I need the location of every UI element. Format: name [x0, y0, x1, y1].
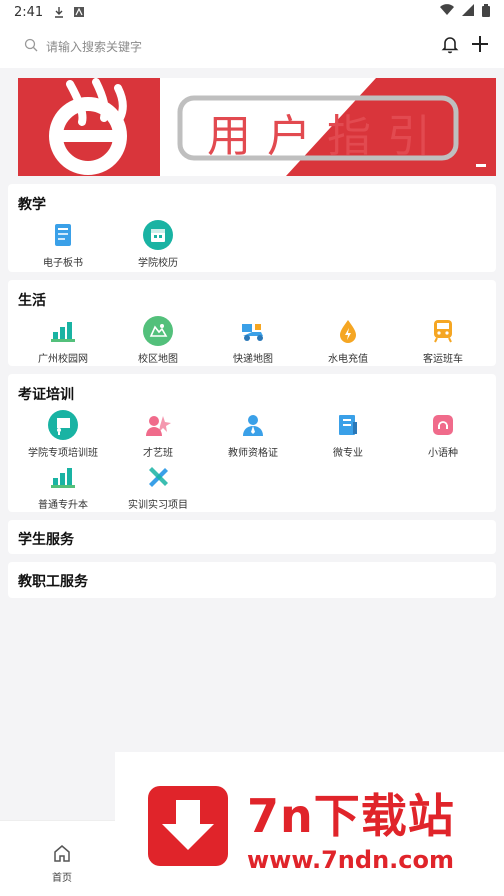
- app-item-label: 教师资格证: [228, 448, 278, 459]
- banner-title: 用户指引: [207, 111, 447, 162]
- bell-icon[interactable]: [440, 34, 460, 58]
- app-item-upgrade-bachelor[interactable]: 普通专升本: [15, 460, 111, 511]
- app-item-talent-class[interactable]: 才艺班: [110, 408, 206, 459]
- app-item-electronic-blackboard[interactable]: 电子板书: [15, 218, 111, 269]
- status-time: 2:41: [14, 4, 44, 20]
- app-item-label: 普通专升本: [38, 500, 88, 511]
- app-item-label: 电子板书: [43, 258, 83, 269]
- battery-icon: [482, 3, 490, 21]
- language-icon: [428, 410, 458, 440]
- app-item-label: 小语种: [428, 448, 458, 459]
- watermark: 7n下载站 www.7ndn.com: [115, 752, 504, 896]
- app-item-internship-project[interactable]: 实训实习项目: [110, 460, 206, 511]
- wifi-icon: [440, 4, 454, 20]
- app-item-label: 水电充值: [328, 354, 368, 365]
- utility-recharge-icon: [333, 316, 363, 346]
- app-item-school-calendar[interactable]: 学院校历: [110, 218, 206, 269]
- app-item-campus-map[interactable]: 校区地图: [110, 314, 206, 365]
- section-title: 学生服务: [18, 532, 74, 548]
- calendar-icon: [143, 220, 173, 250]
- notification-app-icon: [73, 6, 85, 18]
- teacher-cert-icon: [238, 410, 268, 440]
- training-icon: [48, 410, 78, 440]
- bus-icon: [428, 316, 458, 346]
- micro-major-icon: [333, 410, 363, 440]
- watermark-title: 7n下载站: [247, 789, 455, 843]
- app-item-label: 实训实习项目: [128, 500, 188, 511]
- map-icon: [143, 316, 173, 346]
- app-item-label: 学院校历: [138, 258, 178, 269]
- section-certification-training: 考证培训 学院专项培训班 才艺班 教师资格证 微专业 小语种 普通专升本 实训实…: [8, 374, 496, 512]
- section-title: 教学: [18, 197, 46, 213]
- campus-network-icon: [48, 316, 78, 346]
- search-input[interactable]: 请输入搜索关键字: [24, 30, 440, 62]
- top-bar: 请输入搜索关键字: [0, 24, 504, 68]
- app-item-micro-major[interactable]: 微专业: [300, 408, 396, 459]
- upgrade-icon: [48, 462, 78, 492]
- nav-home-tab[interactable]: 首页: [38, 843, 86, 884]
- section-student-services[interactable]: 学生服务: [8, 520, 496, 554]
- app-item-label: 微专业: [333, 448, 363, 459]
- status-bar: 2:41: [0, 0, 504, 24]
- app-item-minor-language[interactable]: 小语种: [395, 408, 491, 459]
- download-icon: [53, 6, 65, 18]
- app-item-label: 学院专项培训班: [28, 448, 98, 459]
- home-icon: [52, 845, 72, 867]
- app-item-special-training[interactable]: 学院专项培训班: [15, 408, 111, 459]
- user-guide-banner[interactable]: 用户指引: [18, 78, 496, 176]
- search-icon: [24, 37, 38, 56]
- section-title: 考证培训: [18, 387, 74, 403]
- section-life: 生活 广州校园网 校区地图 快递地图 水电充值 客运班车: [8, 280, 496, 366]
- app-item-campus-network[interactable]: 广州校园网: [15, 314, 111, 365]
- nav-home-label: 首页: [52, 873, 72, 884]
- app-item-teacher-certificate[interactable]: 教师资格证: [205, 408, 301, 459]
- signal-icon: [462, 4, 474, 20]
- section-teaching: 教学 电子板书 学院校历: [8, 184, 496, 272]
- section-title: 教职工服务: [18, 574, 88, 590]
- add-icon[interactable]: [470, 34, 490, 58]
- section-staff-services[interactable]: 教职工服务: [8, 562, 496, 598]
- app-item-label: 广州校园网: [38, 354, 88, 365]
- app-item-utility-recharge[interactable]: 水电充值: [300, 314, 396, 365]
- app-item-label: 快递地图: [233, 354, 273, 365]
- search-placeholder: 请输入搜索关键字: [46, 39, 143, 54]
- app-item-label: 校区地图: [138, 354, 178, 365]
- talent-icon: [143, 410, 173, 440]
- app-item-delivery-map[interactable]: 快递地图: [205, 314, 301, 365]
- blackboard-icon: [48, 220, 78, 250]
- delivery-icon: [238, 316, 268, 346]
- app-item-label: 客运班车: [423, 354, 463, 365]
- download-logo-icon: [148, 786, 228, 866]
- internship-icon: [143, 462, 173, 492]
- app-item-shuttle-bus[interactable]: 客运班车: [395, 314, 491, 365]
- app-item-label: 才艺班: [143, 448, 173, 459]
- section-title: 生活: [18, 293, 46, 309]
- watermark-url: www.7ndn.com: [247, 846, 454, 874]
